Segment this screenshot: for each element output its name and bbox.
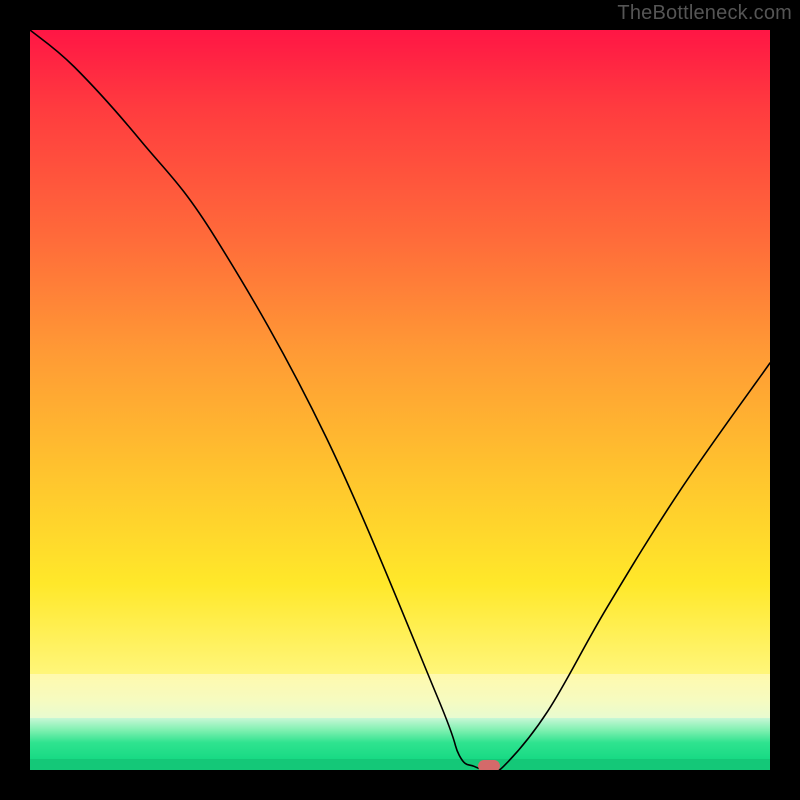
watermark-text: TheBottleneck.com — [617, 2, 792, 25]
curve-svg — [30, 30, 770, 770]
plot-area — [30, 30, 770, 770]
optimum-marker — [478, 760, 500, 770]
chart-frame: TheBottleneck.com — [0, 0, 800, 800]
bottleneck-curve-path — [30, 30, 770, 770]
